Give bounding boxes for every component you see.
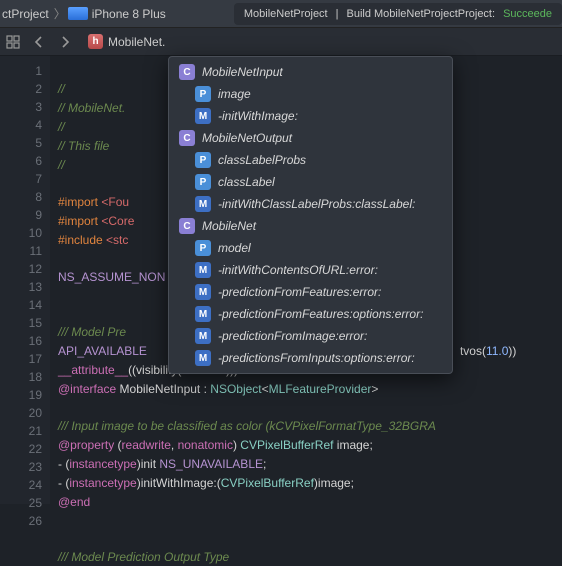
line-number: 6 xyxy=(0,152,42,170)
status-msg: Build MobileNetProjectProject: xyxy=(346,8,495,20)
symbol-item[interactable]: M -predictionFromFeatures:options:error: xyxy=(169,303,452,325)
class-icon: C xyxy=(179,64,195,80)
symbol-item[interactable]: M -predictionFromImage:error: xyxy=(169,325,452,347)
method-icon: M xyxy=(195,108,211,124)
status-sep: | xyxy=(336,8,339,20)
status-result: Succeede xyxy=(503,8,552,20)
line-number: 26 xyxy=(0,512,42,530)
line-number: 11 xyxy=(0,242,42,260)
symbol-class[interactable]: C MobileNetOutput xyxy=(169,127,452,149)
header-file-icon: h xyxy=(88,34,103,49)
symbol-item[interactable]: Pimage xyxy=(169,83,452,105)
method-icon: M xyxy=(195,262,211,278)
device-label: iPhone 8 Plus xyxy=(92,7,166,21)
toolbar: ctProject 〉 iPhone 8 Plus MobileNetProje… xyxy=(0,0,562,28)
symbol-label: -predictionsFromInputs:options:error: xyxy=(218,351,415,365)
symbol-class[interactable]: C MobileNet xyxy=(169,215,452,237)
symbol-label: -initWithContentsOfURL:error: xyxy=(218,263,378,277)
symbol-item[interactable]: M -predictionsFromInputs:options:error: xyxy=(169,347,452,369)
method-icon: M xyxy=(195,306,211,322)
line-number: 15 xyxy=(0,314,42,332)
status-bar[interactable]: MobileNetProject | Build MobileNetProjec… xyxy=(234,3,562,25)
method-icon: M xyxy=(195,350,211,366)
symbol-label: -initWithImage: xyxy=(218,109,298,123)
method-icon: M xyxy=(195,284,211,300)
line-number: 20 xyxy=(0,404,42,422)
line-number: 8 xyxy=(0,188,42,206)
line-number: 2 xyxy=(0,80,42,98)
symbol-label: image xyxy=(218,87,251,101)
symbol-label: -predictionFromFeatures:error: xyxy=(218,285,381,299)
symbol-label: MobileNet xyxy=(202,219,256,233)
line-number: 21 xyxy=(0,422,42,440)
back-button[interactable] xyxy=(26,28,52,56)
scheme-selector[interactable]: iPhone 8 Plus xyxy=(66,7,171,21)
property-icon: P xyxy=(195,86,211,102)
line-number: 9 xyxy=(0,206,42,224)
property-icon: P xyxy=(195,240,211,256)
line-number: 16 xyxy=(0,332,42,350)
line-number: 17 xyxy=(0,350,42,368)
method-icon: M xyxy=(195,196,211,212)
line-number: 19 xyxy=(0,386,42,404)
symbol-item[interactable]: Pmodel xyxy=(169,237,452,259)
tab-mobilenet[interactable]: h MobileNet. xyxy=(78,34,175,49)
related-items-button[interactable] xyxy=(0,28,26,56)
status-project: MobileNetProject xyxy=(244,8,328,20)
forward-button[interactable] xyxy=(52,28,78,56)
line-number: 12 xyxy=(0,260,42,278)
property-icon: P xyxy=(195,152,211,168)
tab-bar: h MobileNet. xyxy=(0,28,562,56)
symbol-item[interactable]: M -initWithContentsOfURL:error: xyxy=(169,259,452,281)
symbol-item[interactable]: M -initWithClassLabelProbs:classLabel: xyxy=(169,193,452,215)
line-number: 4 xyxy=(0,116,42,134)
line-number: 10 xyxy=(0,224,42,242)
line-number: 7 xyxy=(0,170,42,188)
symbol-label: -predictionFromImage:error: xyxy=(218,329,367,343)
symbol-navigator-popup[interactable]: C MobileNetInput Pimage M -initWithImage: C Mo… xyxy=(168,56,453,374)
symbol-label: classLabel xyxy=(218,175,275,189)
symbol-item[interactable]: M -predictionFromFeatures:error: xyxy=(169,281,452,303)
line-number: 24 xyxy=(0,476,42,494)
symbol-item[interactable]: PclassLabel xyxy=(169,171,452,193)
symbol-label: -initWithClassLabelProbs:classLabel: xyxy=(218,197,415,211)
symbol-item[interactable]: M -initWithImage: xyxy=(169,105,452,127)
line-number: 3 xyxy=(0,98,42,116)
line-number: 25 xyxy=(0,494,42,512)
class-icon: C xyxy=(179,130,195,146)
method-icon: M xyxy=(195,328,211,344)
symbol-label: model xyxy=(218,241,251,255)
line-number: 5 xyxy=(0,134,42,152)
line-number: 18 xyxy=(0,368,42,386)
class-icon: C xyxy=(179,218,195,234)
symbol-label: classLabelProbs xyxy=(218,153,306,167)
line-number: 14 xyxy=(0,296,42,314)
device-icon xyxy=(68,7,88,20)
line-number: 23 xyxy=(0,458,42,476)
symbol-label: MobileNetOutput xyxy=(202,131,292,145)
breadcrumb-project[interactable]: ctProject xyxy=(0,7,54,21)
line-number: 1 xyxy=(0,62,42,80)
property-icon: P xyxy=(195,174,211,190)
tab-label: MobileNet. xyxy=(108,35,165,49)
line-gutter: 1234567891011121314151617181920212223242… xyxy=(0,56,50,504)
code-editor[interactable]: 1234567891011121314151617181920212223242… xyxy=(0,56,562,504)
symbol-class[interactable]: C MobileNetInput xyxy=(169,61,452,83)
line-number: 22 xyxy=(0,440,42,458)
symbol-label: -predictionFromFeatures:options:error: xyxy=(218,307,423,321)
symbol-item[interactable]: PclassLabelProbs xyxy=(169,149,452,171)
symbol-label: MobileNetInput xyxy=(202,65,283,79)
line-number: 13 xyxy=(0,278,42,296)
chevron-right-icon: 〉 xyxy=(54,5,66,22)
